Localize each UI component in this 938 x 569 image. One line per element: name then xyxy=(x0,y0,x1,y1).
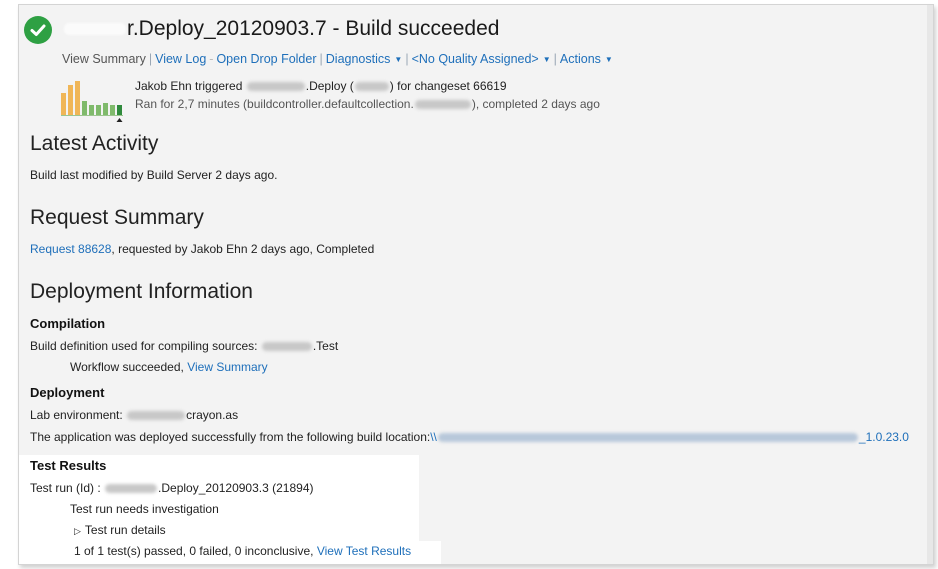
diagnostics-dropdown[interactable]: Diagnostics ▼ xyxy=(326,52,403,66)
quality-label: <No Quality Assigned> xyxy=(411,52,539,66)
latest-activity-heading: Latest Activity xyxy=(30,132,159,155)
test-results-panel-edge xyxy=(419,541,441,564)
test-run-details-label: Test run details xyxy=(84,523,166,537)
test-run-label: Test run (Id) : xyxy=(30,481,101,495)
build-history-sparkline[interactable] xyxy=(61,79,127,123)
menu-separator: | xyxy=(553,52,557,66)
chevron-down-icon: ▼ xyxy=(394,55,403,65)
deployment-information-heading: Deployment Information xyxy=(30,280,253,303)
diagnostics-label: Diagnostics xyxy=(325,52,391,66)
deployment-status-text: The application was deployed successfull… xyxy=(30,430,431,444)
needs-investigation-text: Test run needs investigation xyxy=(70,502,219,516)
redacted-text xyxy=(261,342,312,352)
history-build-bar[interactable] xyxy=(75,81,80,115)
build-location-end: _1.0.23.0 xyxy=(858,430,909,444)
redacted-text xyxy=(246,82,305,92)
triangle-right-icon: ▷ xyxy=(74,526,81,536)
run-duration-info: Ran for 2,7 minutes (buildcontroller.def… xyxy=(135,97,600,111)
completed-text: ), completed 2 days ago xyxy=(471,97,600,111)
workflow-line: Workflow succeeded, View Summary xyxy=(70,360,268,374)
lab-environment-line: Lab environment: crayon.as xyxy=(30,408,238,422)
build-definition-text: Build definition used for compiling sour… xyxy=(30,339,258,353)
build-definition-line: Build definition used for compiling sour… xyxy=(30,339,338,353)
deployment-heading: Deployment xyxy=(30,385,105,400)
triggered-by-text: Jakob Ehn triggered xyxy=(135,79,243,93)
workflow-status-text: Workflow succeeded, xyxy=(70,360,184,374)
redacted-text xyxy=(414,100,471,110)
view-test-results-link[interactable]: View Test Results xyxy=(317,544,411,558)
redacted-text xyxy=(354,82,389,92)
run-duration-text: Ran for 2,7 minutes (buildcontroller.def… xyxy=(135,97,414,111)
request-details-text: , requested by Jakob Ehn 2 days ago, Com… xyxy=(111,242,375,256)
build-title-text: r.Deploy_20120903.7 - Build succeeded xyxy=(127,17,500,40)
open-drop-folder-link[interactable]: Open Drop Folder xyxy=(216,52,316,66)
history-build-bar[interactable] xyxy=(68,85,73,115)
actions-label: Actions xyxy=(559,52,601,66)
history-build-bar[interactable] xyxy=(96,105,101,115)
build-menu-bar: View Summary | View Log - Open Drop Fold… xyxy=(62,52,613,66)
compilation-heading: Compilation xyxy=(30,316,106,331)
test-run-id: .Deploy_20120903.3 (21894) xyxy=(158,481,314,495)
build-definition-name: .Test xyxy=(312,339,339,353)
menu-separator: | xyxy=(405,52,409,66)
test-summary-text: 1 of 1 test(s) passed, 0 failed, 0 incon… xyxy=(74,544,314,558)
current-build-bar[interactable] xyxy=(117,105,122,115)
test-summary-line: 1 of 1 test(s) passed, 0 failed, 0 incon… xyxy=(74,544,411,558)
latest-activity-text: Build last modified by Build Server 2 da… xyxy=(30,168,278,182)
menu-separator: | xyxy=(148,52,153,66)
lab-environment-label: Lab environment: xyxy=(30,408,123,422)
history-build-bar[interactable] xyxy=(61,93,66,115)
triggered-info: Jakob Ehn triggered .Deploy ( ) for chang… xyxy=(135,79,507,93)
test-results-heading: Test Results xyxy=(30,458,107,473)
redacted-text xyxy=(105,484,158,494)
deployment-location-line: The application was deployed successfull… xyxy=(30,430,909,444)
build-details-window: r.Deploy_20120903.7 - Build succeeded Vi… xyxy=(18,4,934,565)
test-run-details-toggle[interactable]: ▷ Test run details xyxy=(74,523,166,537)
changeset-text: ) for changeset 66619 xyxy=(389,79,507,93)
triggered-mid-text: .Deploy ( xyxy=(305,79,354,93)
chevron-down-icon: ▼ xyxy=(542,55,551,65)
history-build-bar[interactable] xyxy=(89,105,94,115)
build-location-link[interactable]: \\ _1.0.23.0 xyxy=(430,430,909,444)
build-succeeded-check-icon xyxy=(24,16,52,44)
lab-environment-name: crayon.as xyxy=(186,408,239,422)
history-build-bar[interactable] xyxy=(110,105,115,115)
redacted-text xyxy=(64,23,126,36)
actions-dropdown[interactable]: Actions ▼ xyxy=(560,52,613,66)
menu-separator: - xyxy=(209,52,214,66)
request-link[interactable]: Request 88628 xyxy=(30,242,111,256)
request-summary-line: Request 88628, requested by Jakob Ehn 2 … xyxy=(30,242,374,256)
history-build-bar[interactable] xyxy=(103,103,108,115)
view-summary-tab[interactable]: View Summary xyxy=(62,52,146,66)
build-title: r.Deploy_20120903.7 - Build succeeded xyxy=(63,17,499,41)
redacted-text xyxy=(437,433,858,443)
request-summary-heading: Request Summary xyxy=(30,206,204,229)
view-summary-link[interactable]: View Summary xyxy=(187,360,267,374)
chevron-down-icon: ▼ xyxy=(604,55,613,65)
build-location-start: \\ xyxy=(430,430,437,444)
menu-separator: | xyxy=(319,52,323,66)
scrollbar-track[interactable] xyxy=(927,5,933,564)
test-run-line: Test run (Id) : .Deploy_20120903.3 (2189… xyxy=(30,481,314,495)
redacted-text xyxy=(127,411,186,421)
history-build-bar[interactable] xyxy=(82,101,87,115)
view-log-link[interactable]: View Log xyxy=(155,52,206,66)
quality-dropdown[interactable]: <No Quality Assigned> ▼ xyxy=(412,52,551,66)
selected-build-marker-icon xyxy=(116,118,123,122)
